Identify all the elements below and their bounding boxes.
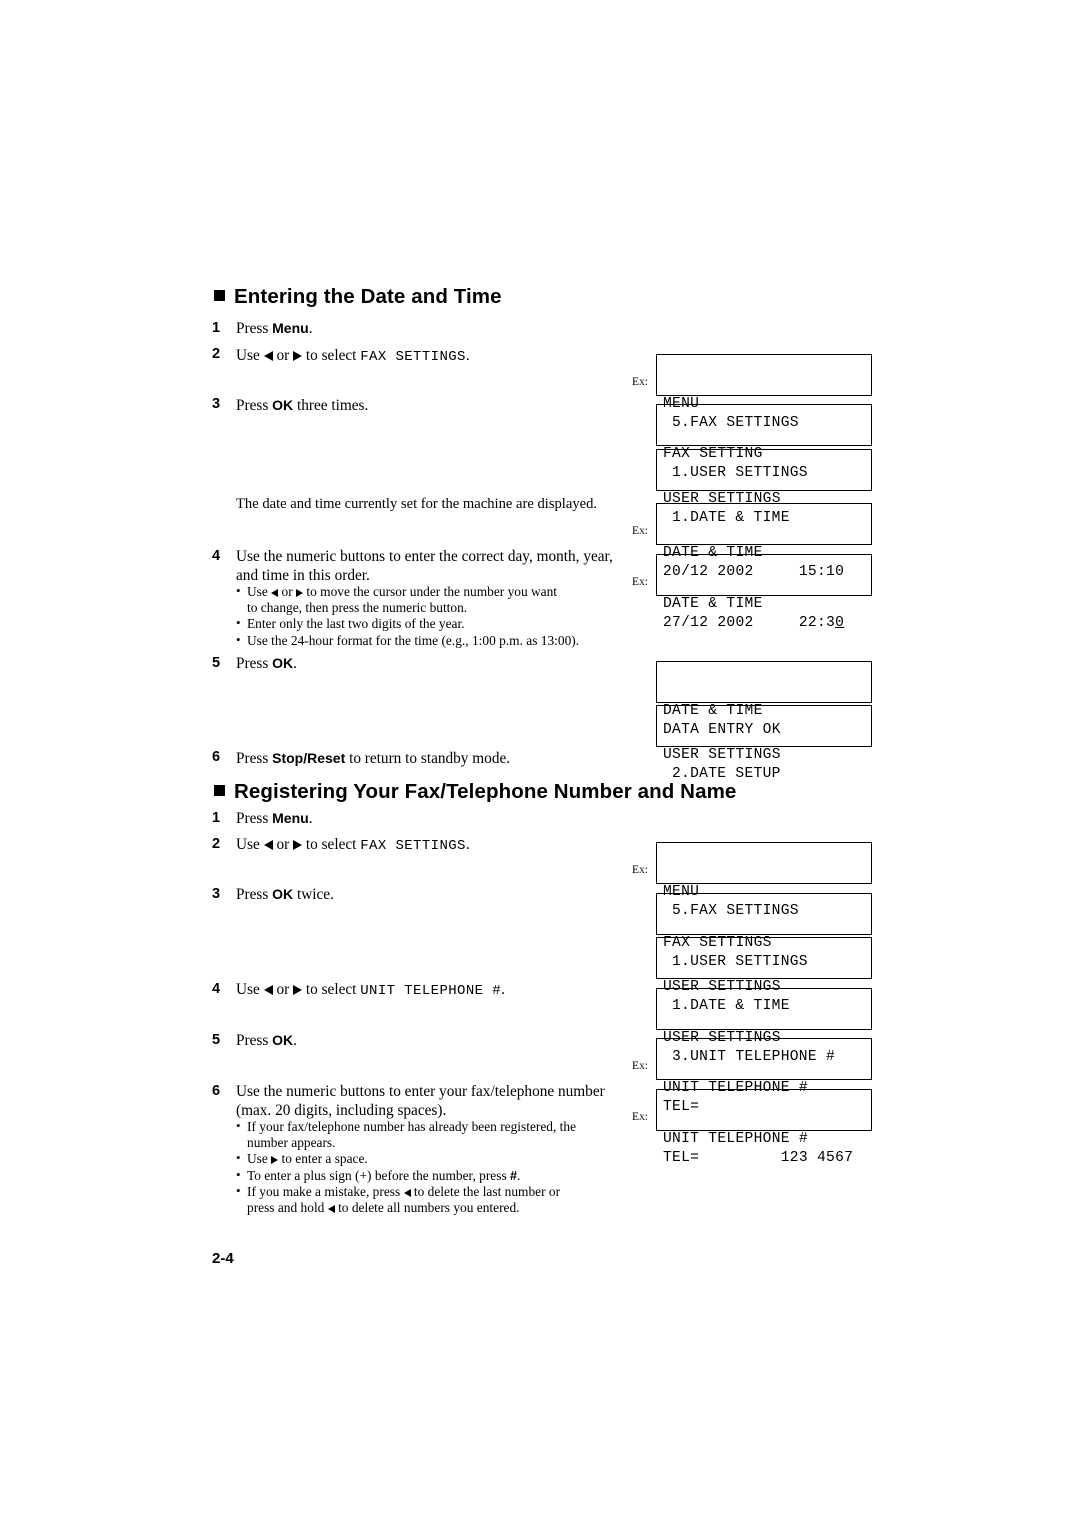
- section-heading-date-time: Entering the Date and Time: [214, 285, 502, 309]
- bullet-item: Use or to move the cursor under the numb…: [236, 583, 616, 600]
- step-text: Press Menu.: [236, 810, 313, 827]
- lcd-panel: DATE & TIME 20/12 2002 15:10: [656, 503, 872, 580]
- step-number: 2: [212, 836, 221, 852]
- lcd-panel: UNIT TELEPHONE # TEL= 123 4567: [656, 1089, 872, 1166]
- step-text: Press Menu.: [236, 320, 313, 337]
- lcd-panel: USER SETTINGS 1.DATE & TIME: [656, 449, 872, 526]
- left-arrow-icon: [263, 351, 273, 361]
- step-text: Press Stop/Reset to return to standby mo…: [236, 750, 511, 767]
- left-arrow-icon: [327, 1205, 335, 1214]
- step-number: 4: [212, 981, 221, 997]
- lcd-panel: MENU 5.FAX SETTINGS: [656, 842, 872, 919]
- manual-page: Entering the Date and Time 1 Press Menu.…: [0, 0, 1080, 1528]
- step-number: 5: [212, 655, 221, 671]
- step-4-bullets: Use or to move the cursor under the numb…: [236, 583, 616, 649]
- lcd-panel: USER SETTINGS 1.DATE & TIME: [656, 937, 872, 1014]
- step-number: 3: [212, 886, 221, 902]
- step-number: 3: [212, 396, 221, 412]
- bullet-item: Use to enter a space.: [236, 1150, 616, 1167]
- right-arrow-icon: [271, 1156, 279, 1165]
- right-arrow-icon: [296, 589, 304, 597]
- step-number: 4: [212, 548, 221, 564]
- step-text: Use the numeric buttons to enter your fa…: [236, 1083, 605, 1119]
- section-heading-fax-number: Registering Your Fax/Telephone Number an…: [214, 780, 736, 804]
- bullet-item: Use the 24-hour format for the time (e.g…: [236, 632, 616, 649]
- bullet-item-cont: press and hold to delete all numbers you…: [247, 1200, 520, 1216]
- step-text: Press OK three times.: [236, 397, 369, 414]
- step-number: 1: [212, 320, 221, 336]
- step-6-bullets: If your fax/telephone number has already…: [236, 1118, 616, 1216]
- step-number: 1: [212, 810, 221, 826]
- lcd-panel: UNIT TELEPHONE # TEL=: [656, 1038, 872, 1115]
- square-bullet-icon: [214, 290, 225, 301]
- bullet-item-cont: number appears.: [247, 1135, 336, 1151]
- lcd-ex-label: Ex:: [632, 1111, 648, 1123]
- right-arrow-icon: [293, 840, 303, 850]
- lcd-panel: FAX SETTING 1.USER SETTINGS: [656, 404, 872, 481]
- step-text: Press OK.: [236, 1032, 297, 1049]
- page-number: 2-4: [212, 1250, 234, 1267]
- step-text: Press OK twice.: [236, 886, 334, 903]
- bullet-item-cont: to change, then press the numeric button…: [247, 600, 468, 616]
- left-arrow-icon: [263, 985, 273, 995]
- bullet-item: To enter a plus sign (+) before the numb…: [236, 1167, 616, 1184]
- left-arrow-icon: [403, 1188, 411, 1197]
- lcd-panel: DATE & TIME DATA ENTRY OK: [656, 661, 872, 738]
- right-arrow-icon: [293, 351, 303, 361]
- bullet-item: If you make a mistake, press to delete t…: [236, 1183, 616, 1200]
- lcd-panel: USER SETTINGS 3.UNIT TELEPHONE #: [656, 988, 872, 1065]
- bullet-item: If your fax/telephone number has already…: [236, 1118, 616, 1135]
- step-text: Use or to select FAX SETTINGS.: [236, 347, 470, 365]
- note-date-time-displayed: The date and time currently set for the …: [236, 496, 598, 512]
- lcd-ex-label: Ex:: [632, 864, 648, 876]
- step-text: Use or to select FAX SETTINGS.: [236, 836, 470, 854]
- lcd-ex-label: Ex:: [632, 376, 648, 388]
- step-number: 5: [212, 1032, 221, 1048]
- bullet-item: Enter only the last two digits of the ye…: [236, 615, 616, 632]
- step-text: Use or to select UNIT TELEPHONE #.: [236, 981, 505, 999]
- step-text: Press OK.: [236, 655, 297, 672]
- left-arrow-icon: [263, 840, 273, 850]
- lcd-line2-main: 27/12 2002 22:3: [663, 615, 836, 631]
- lcd-panel: USER SETTINGS 2.DATE SETUP: [656, 705, 872, 782]
- step-number: 6: [212, 749, 221, 765]
- lcd-panel: DATE & TIME 27/12 2002 22:30: [656, 554, 872, 631]
- left-arrow-icon: [271, 589, 279, 597]
- lcd-ex-label: Ex:: [632, 576, 648, 588]
- step-text: Use the numeric buttons to enter the cor…: [236, 548, 613, 584]
- step-number: 6: [212, 1083, 221, 1099]
- lcd-panel: MENU 5.FAX SETTINGS: [656, 354, 872, 431]
- right-arrow-icon: [293, 985, 303, 995]
- square-bullet-icon: [214, 785, 225, 796]
- step-number: 2: [212, 346, 221, 362]
- lcd-ex-label: Ex:: [632, 1060, 648, 1072]
- lcd-cursor-digit: 0: [835, 615, 845, 631]
- lcd-panel: FAX SETTINGS 1.USER SETTINGS: [656, 893, 872, 970]
- lcd-ex-label: Ex:: [632, 525, 648, 537]
